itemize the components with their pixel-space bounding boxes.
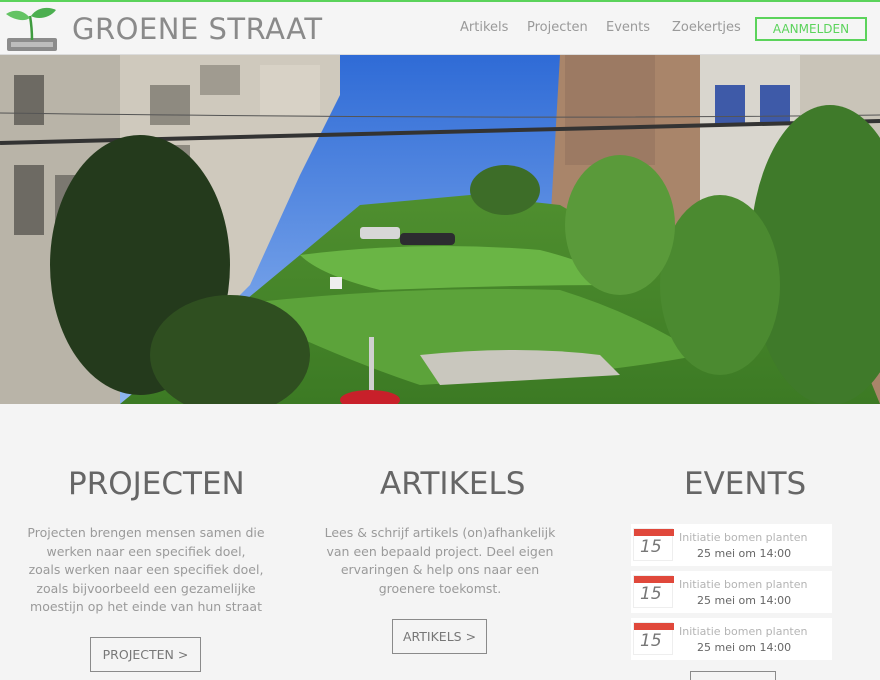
event-title: Initiatie bomen planten <box>679 531 808 544</box>
nav-zoekertjes[interactable]: Zoekertjes <box>672 20 741 35</box>
calendar-header <box>634 623 674 630</box>
event-item[interactable]: 15 Initiatie bomen planten 25 mei om 14:… <box>631 618 832 660</box>
event-day: 15 <box>640 537 662 557</box>
event-title: Initiatie bomen planten <box>679 578 808 591</box>
event-day: 15 <box>640 584 662 604</box>
calendar-icon: 15 <box>633 528 674 561</box>
articles-text-line: Lees & schrijf artikels (on)afhankelijk <box>324 525 556 540</box>
projects-description: Projecten brengen mensen samen die werke… <box>20 524 272 617</box>
projects-text-line: moestijn op het einde van hun straat <box>30 599 262 614</box>
calendar-icon: 15 <box>633 575 674 608</box>
site-title[interactable]: GROENE STRAAT <box>72 12 323 46</box>
event-day: 15 <box>640 631 662 651</box>
projects-text-line: werken naar een specifiek doel, <box>46 543 246 559</box>
event-date: 25 mei om 14:00 <box>697 641 792 654</box>
events-heading: EVENTS <box>684 466 807 502</box>
projects-text-line: zoals werken naar een specifiek doel, <box>28 562 264 577</box>
projects-button[interactable]: PROJECTEN > <box>90 637 201 672</box>
articles-text-line: van een bepaald project. Deel eigen <box>326 543 554 559</box>
sprout-logo-icon[interactable] <box>4 4 60 54</box>
nav-artikels[interactable]: Artikels <box>460 20 508 35</box>
signup-button[interactable]: AANMELDEN <box>755 17 867 41</box>
articles-heading: ARTIKELS <box>380 466 526 502</box>
event-date: 25 mei om 14:00 <box>697 547 792 560</box>
events-button[interactable] <box>690 671 776 680</box>
articles-description: Lees & schrijf artikels (on)afhankelijk … <box>314 524 566 598</box>
hero-image <box>0 55 880 404</box>
site-header: GROENE STRAAT Artikels Projecten Events … <box>0 0 880 55</box>
street-photo <box>0 55 880 404</box>
nav-projecten[interactable]: Projecten <box>527 20 588 35</box>
articles-text-line: ervaringen & help ons naar een <box>340 562 540 577</box>
event-item[interactable]: 15 Initiatie bomen planten 25 mei om 14:… <box>631 571 832 613</box>
projects-text-line: Projecten brengen mensen samen die <box>27 525 265 540</box>
calendar-header <box>634 576 674 583</box>
articles-button[interactable]: ARTIKELS > <box>392 619 487 654</box>
calendar-header <box>634 529 674 536</box>
event-item[interactable]: 15 Initiatie bomen planten 25 mei om 14:… <box>631 524 832 566</box>
event-date: 25 mei om 14:00 <box>697 594 792 607</box>
projects-text-line: zoals bijvoorbeeld een gezamelijke <box>36 580 256 596</box>
event-title: Initiatie bomen planten <box>679 625 808 638</box>
articles-text-line: groenere toekomst. <box>378 580 502 596</box>
calendar-icon: 15 <box>633 622 674 655</box>
nav-events[interactable]: Events <box>606 20 650 35</box>
projects-heading: PROJECTEN <box>68 466 245 502</box>
